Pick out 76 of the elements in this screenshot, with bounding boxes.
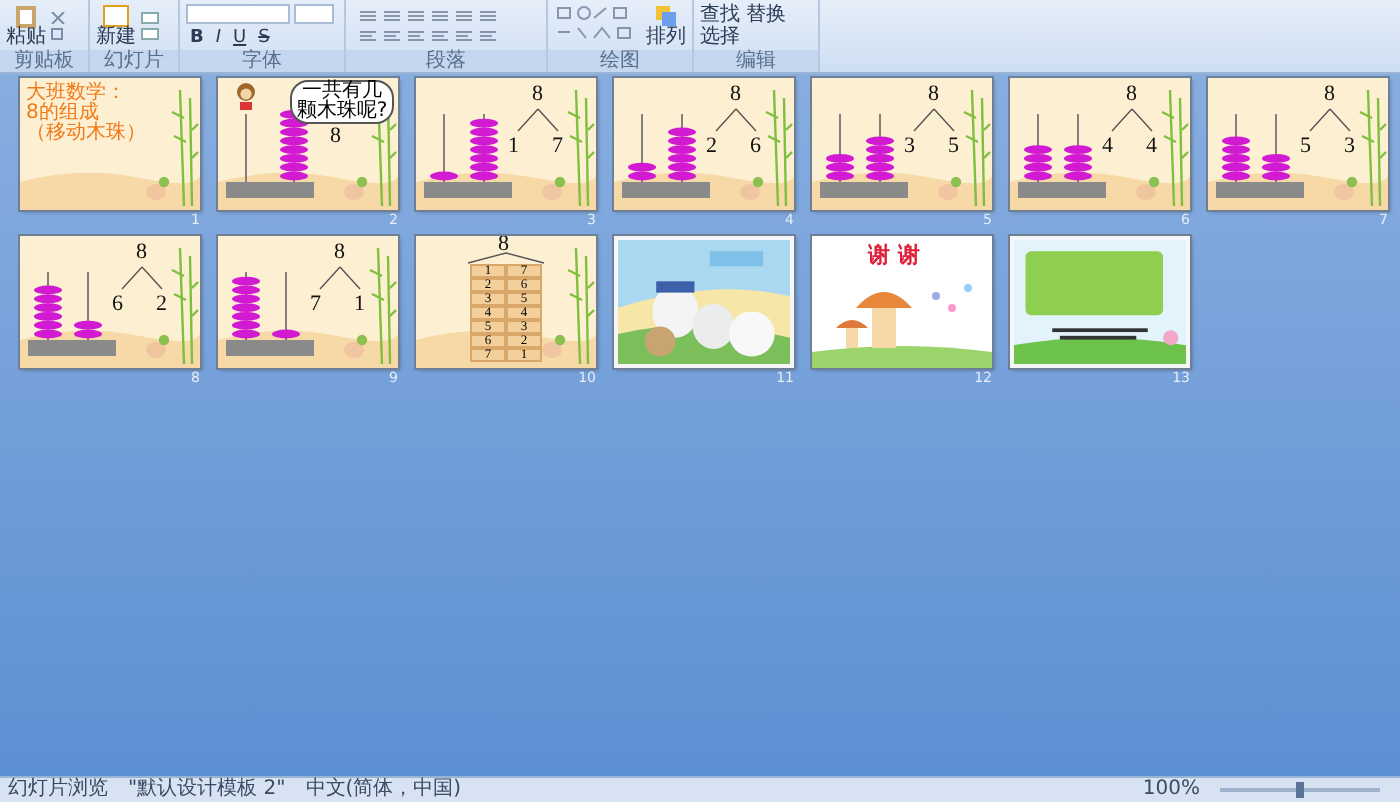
slide-number-text: 8: [330, 126, 341, 148]
group-label: 绘图: [548, 50, 692, 72]
branch-lines: [912, 108, 956, 132]
slide-number-text: 4: [1102, 136, 1113, 158]
slide-thumbnail[interactable]: 谢 谢: [812, 236, 992, 368]
slide-number-text: 5: [948, 136, 959, 158]
slide-number-text: 3: [904, 136, 915, 158]
slide-number-text: 8: [136, 242, 147, 264]
slide-number-text: 2: [706, 136, 717, 158]
theme-label: "默认设计模板 2": [128, 778, 286, 802]
delete-icon[interactable]: [140, 27, 160, 39]
branch-lines: [466, 252, 546, 264]
editing-button[interactable]: 查找: [700, 3, 740, 25]
editing-button[interactable]: 替换: [746, 3, 786, 25]
zoom-level: 100%: [1142, 778, 1200, 802]
branch-lines: [120, 266, 164, 290]
branch-lines: [714, 108, 758, 132]
slide-number-text: 8: [532, 84, 543, 106]
slide-number-text: 8: [1126, 84, 1137, 106]
slide-number-text: 1: [508, 136, 519, 158]
slide-number-text: 8: [730, 84, 741, 106]
zoom-slider-thumb[interactable]: [1296, 782, 1304, 798]
group-label: 编辑: [694, 50, 818, 72]
slide-number-text: 8: [1324, 84, 1335, 106]
slide-thumbnail[interactable]: 8 5 3: [1208, 78, 1388, 210]
group-label: 字体: [180, 50, 344, 72]
format-button[interactable]: B: [186, 27, 208, 47]
slide-title: （移动木珠）: [26, 124, 146, 144]
slide-number-text: 1: [354, 294, 365, 316]
format-button[interactable]: S: [254, 27, 274, 47]
copy-icon[interactable]: [50, 27, 66, 39]
new-slide-button[interactable]: 新建: [96, 3, 136, 47]
scissors-icon[interactable]: [50, 11, 66, 23]
layout-icon[interactable]: [140, 11, 160, 23]
branch-lines: [1110, 108, 1154, 132]
format-button[interactable]: I: [211, 27, 226, 47]
slide-thumbnail[interactable]: 8 4 4: [1010, 78, 1190, 210]
group-label: 剪贴板: [0, 50, 88, 72]
view-label: 幻灯片浏览: [8, 778, 108, 802]
slide-thumbnail[interactable]: 8 7 1: [218, 236, 398, 368]
branch-lines: [516, 108, 560, 132]
language-label: 中文(简体，中国): [305, 778, 462, 802]
slide-number-text: 8: [334, 242, 345, 264]
group-label: 幻灯片: [90, 50, 178, 72]
branch-lines: [318, 266, 362, 290]
clipboard-icon: [12, 3, 40, 27]
slide-number-text: 8: [928, 84, 939, 106]
paste-button[interactable]: 粘贴: [6, 3, 46, 47]
slide-number-text: 7: [552, 136, 563, 158]
slide-thumbnail[interactable]: 8 2 6: [614, 78, 794, 210]
slide-title: 8的组成: [26, 104, 99, 124]
slide-thumbnail[interactable]: 8 3 5: [812, 78, 992, 210]
editing-button[interactable]: 选择: [700, 25, 740, 47]
format-button[interactable]: U: [229, 27, 251, 47]
speech-bubble: 一共有几颗木珠呢?: [290, 80, 394, 124]
group-label: 段落: [346, 50, 546, 72]
font-name-field[interactable]: [186, 3, 290, 23]
slide-thumbnail[interactable]: 8 6 2: [20, 236, 200, 368]
slide-icon: [102, 3, 130, 27]
font-size-field[interactable]: [294, 3, 334, 23]
slide-thumbnail[interactable]: 8 1 7: [416, 78, 596, 210]
slide-number-text: 8: [498, 236, 509, 256]
slide-number-text: 7: [310, 294, 321, 316]
slide-number-text: 5: [1300, 136, 1311, 158]
slide-title: 大班数学：: [26, 84, 128, 104]
branch-lines: [1308, 108, 1352, 132]
cartoon-figure-icon: [234, 82, 258, 110]
arrange-button[interactable]: 排列: [646, 3, 686, 47]
slide-number-text: 6: [112, 294, 123, 316]
slide-thumbnail[interactable]: 一共有几颗木珠呢? 8: [218, 78, 398, 210]
arrange-icon: [654, 3, 678, 27]
slide-number-text: 4: [1146, 136, 1157, 158]
slide-number-text: 3: [1344, 136, 1355, 158]
slide-title: 谢 谢: [868, 244, 920, 268]
slide-number-text: 6: [750, 136, 761, 158]
slide-number-text: 2: [156, 294, 167, 316]
